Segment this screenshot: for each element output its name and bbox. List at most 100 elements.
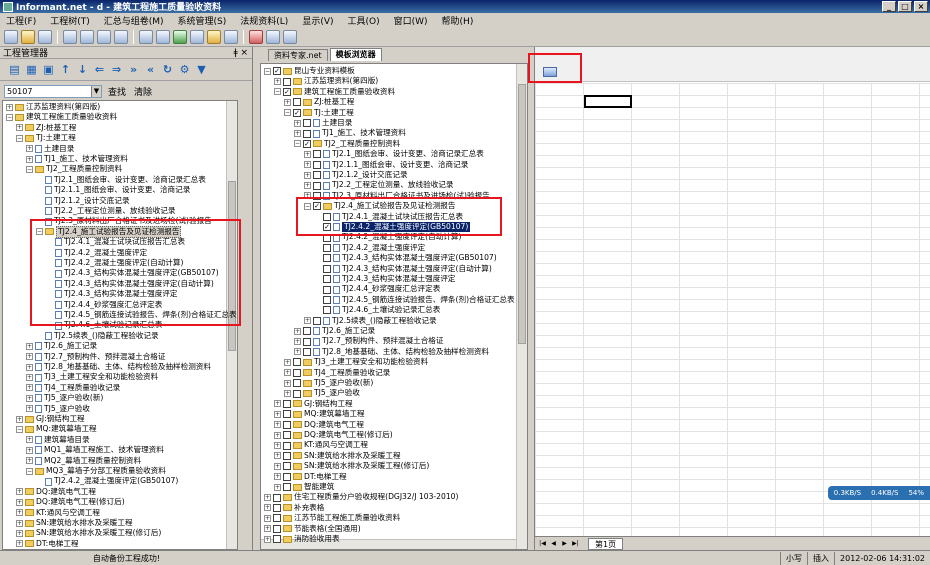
- expand-icon[interactable]: +: [284, 98, 291, 106]
- node-checkbox[interactable]: [293, 379, 301, 388]
- expand-icon[interactable]: +: [26, 353, 33, 361]
- tree-node[interactable]: + SN:建筑给水排水及采暖工程: [274, 451, 401, 461]
- expand-icon[interactable]: +: [274, 452, 281, 460]
- find-button[interactable]: 查找: [106, 85, 128, 98]
- copy-icon[interactable]: [139, 29, 153, 44]
- tree-node[interactable]: + DQ:建筑电气工程: [274, 420, 364, 430]
- tree-node[interactable]: + TJ1_施工、技术管理资料: [26, 154, 128, 164]
- menu-help[interactable]: 帮助(H): [442, 14, 474, 27]
- node-checkbox[interactable]: [303, 337, 311, 346]
- expand-icon[interactable]: +: [274, 410, 281, 418]
- spreadsheet-grid[interactable]: [535, 83, 930, 536]
- tree-node[interactable]: + MQ2_幕墙工程质量控制资料: [26, 456, 141, 466]
- tree-node[interactable]: + 住宅工程质量分户验收规程(DGJ32/J 103-2010): [264, 492, 458, 502]
- tree-node[interactable]: + TJ2.6_施工记录: [294, 326, 375, 336]
- tree-node[interactable]: +TJ2.4.2_混凝土强度评定(GB50107): [36, 476, 178, 486]
- tree-node[interactable]: +TJ2.4.5_钢筋连接试验报告、焊条(剂)合格证汇总表: [314, 295, 515, 305]
- expand-icon[interactable]: +: [26, 155, 33, 163]
- menu-file[interactable]: 工程(F): [6, 14, 36, 27]
- layout-icon[interactable]: [283, 29, 297, 44]
- expand-icon[interactable]: +: [274, 421, 281, 429]
- node-checkbox[interactable]: ✓: [313, 202, 321, 211]
- tree-node[interactable]: + 建筑幕墙目录: [26, 435, 90, 445]
- move-right-icon[interactable]: ⇒: [110, 63, 123, 76]
- tree-node[interactable]: +TJ2.4.1_混凝土试块试压报告汇总表: [314, 212, 463, 222]
- tree-node[interactable]: + TJ2.6_施工记录: [26, 341, 97, 351]
- tab-data-expert[interactable]: 资料专家.net: [268, 49, 328, 61]
- refresh-icon[interactable]: ↻: [161, 63, 174, 76]
- node-checkbox[interactable]: [283, 410, 291, 419]
- node-checkbox[interactable]: ✓: [293, 108, 301, 117]
- template-tree-scrollbar[interactable]: [516, 64, 527, 549]
- expand-icon[interactable]: +: [304, 171, 311, 179]
- move-up-icon[interactable]: ↑: [59, 63, 72, 76]
- tree-node[interactable]: + TJ2.8_地基基础、主体、结构检验及抽样检测资料: [26, 362, 211, 372]
- tree-node[interactable]: + 补充表格: [264, 503, 324, 513]
- filter-icon[interactable]: ▼: [195, 63, 208, 76]
- tree-node[interactable]: +TJ2.1.2_设计交底记录: [36, 196, 130, 206]
- collapse-icon[interactable]: −: [26, 166, 33, 174]
- tree-node[interactable]: + 智能建筑: [274, 482, 334, 492]
- tree-node[interactable]: + MQ:建筑幕墙工程: [274, 409, 365, 419]
- node-checkbox[interactable]: [283, 77, 291, 86]
- tree-node[interactable]: + MQ1_幕墙工程施工、技术管理资料: [26, 445, 164, 455]
- tree-node[interactable]: + TJ2.7_预制构件、预拌混凝土合格证: [294, 336, 443, 346]
- menu-tools[interactable]: 工具(O): [348, 14, 380, 27]
- node-checkbox[interactable]: [313, 150, 321, 159]
- node-checkbox[interactable]: [323, 264, 331, 273]
- sheet-tab[interactable]: 第1页: [588, 537, 624, 550]
- print-icon[interactable]: [80, 29, 94, 44]
- node-checkbox[interactable]: [283, 462, 291, 471]
- tree-node[interactable]: +TJ2.1_图纸会审、设计变更、洽商记录汇总表: [36, 175, 206, 185]
- tree-node[interactable]: − ✓ 昆山专业资料模板: [264, 66, 355, 76]
- options-icon[interactable]: ⚙: [178, 63, 191, 76]
- tree-node[interactable]: + 江苏监理资料(第四版): [6, 102, 100, 112]
- node-checkbox[interactable]: [273, 503, 281, 512]
- node-checkbox[interactable]: [293, 98, 301, 107]
- expand-icon[interactable]: +: [264, 504, 271, 512]
- node-checkbox[interactable]: [283, 420, 291, 429]
- tree-node[interactable]: + TJ5_逐户验收(新): [284, 378, 373, 388]
- node-checkbox[interactable]: ✓: [283, 87, 291, 96]
- tree-node[interactable]: + 土建目录: [26, 144, 74, 154]
- tree-node[interactable]: +TJ2.4.1_混凝土试块试压报告汇总表: [46, 237, 185, 247]
- tree-node[interactable]: + ZJ:桩基工程: [284, 97, 354, 107]
- tree-node[interactable]: − ✓ TJ:土建工程: [284, 108, 354, 118]
- node-checkbox[interactable]: [323, 275, 331, 284]
- expand-icon[interactable]: +: [16, 530, 23, 538]
- expand-icon[interactable]: +: [274, 462, 281, 470]
- expand-icon[interactable]: +: [284, 369, 291, 377]
- tree-node[interactable]: − ✓ 建筑工程施工质量验收资料: [274, 87, 395, 97]
- grid-icon[interactable]: [266, 29, 280, 44]
- tree-node[interactable]: − MQ3_幕墙子分部工程质量验收资料: [26, 466, 166, 476]
- next-sheet-icon[interactable]: ▶: [560, 539, 569, 548]
- tree-node[interactable]: + 江苏监理资料(第四版): [274, 76, 378, 86]
- collapse-icon[interactable]: −: [294, 140, 301, 148]
- node-checkbox[interactable]: [283, 483, 291, 492]
- expand-icon[interactable]: +: [16, 488, 23, 496]
- search-input[interactable]: 50107 ▼: [4, 84, 102, 98]
- node-checkbox[interactable]: [313, 160, 321, 169]
- expand-icon[interactable]: +: [274, 400, 281, 408]
- node-checkbox[interactable]: [273, 493, 281, 502]
- node-checkbox[interactable]: [273, 514, 281, 523]
- tree-node[interactable]: + TJ2.1.1_图纸会审、设计变更、洽商记录: [304, 160, 468, 170]
- node-checkbox[interactable]: [293, 389, 301, 398]
- tree-node[interactable]: +TJ2.4.4_砂浆强度汇总评定表: [46, 300, 162, 310]
- expand-all-icon[interactable]: »: [127, 63, 140, 76]
- node-checkbox[interactable]: [323, 212, 331, 221]
- tree-node[interactable]: + ZJ:桩基工程: [16, 123, 76, 133]
- node-checkbox[interactable]: [283, 431, 291, 440]
- tree-node[interactable]: − ✓ TJ2_工程质量控制资料: [294, 139, 400, 149]
- prev-sheet-icon[interactable]: ◀: [549, 539, 558, 548]
- export-icon[interactable]: [97, 29, 111, 44]
- tree-node[interactable]: +TJ2.4.4_砂浆强度汇总评定表: [314, 284, 440, 294]
- tree-node[interactable]: + TJ3_土建工程安全和功能检验资料: [26, 372, 158, 382]
- expand-icon[interactable]: +: [26, 457, 33, 465]
- expand-icon[interactable]: +: [304, 182, 311, 190]
- new-icon[interactable]: [4, 29, 18, 44]
- collapse-all-icon[interactable]: «: [144, 63, 157, 76]
- expand-icon[interactable]: +: [274, 442, 281, 450]
- menu-project-tree[interactable]: 工程树(T): [50, 14, 90, 27]
- tree-node[interactable]: + 江苏节能工程施工质量验收资料: [264, 513, 400, 523]
